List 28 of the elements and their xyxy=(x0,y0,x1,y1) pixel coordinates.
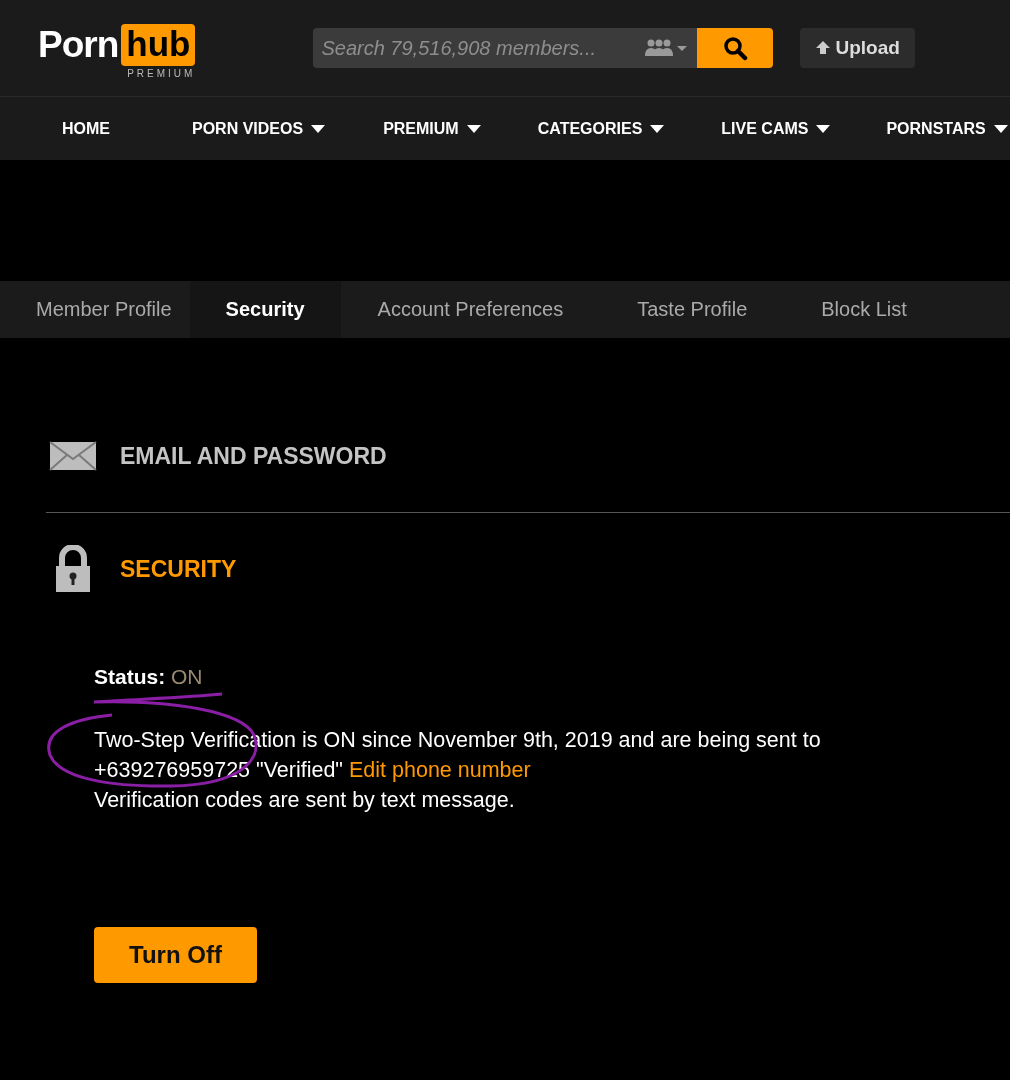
upload-icon xyxy=(815,40,832,56)
search-button[interactable] xyxy=(697,28,774,68)
status-value: ON xyxy=(171,665,203,688)
search-field[interactable]: Search 79,516,908 members... xyxy=(313,35,640,61)
nav-item[interactable]: LIVE CAMS xyxy=(721,119,832,138)
nav-item[interactable]: CATEGORIES xyxy=(537,119,666,138)
search-icon xyxy=(722,35,749,61)
settings-tab[interactable]: Taste Profile xyxy=(581,281,766,338)
section-title[interactable]: EMAIL AND PASSWORD xyxy=(120,442,387,470)
verification-note: Verification codes are sent by text message. xyxy=(94,788,515,812)
envelope-icon xyxy=(49,441,97,471)
turn-off-button[interactable]: Turn Off xyxy=(94,927,257,983)
settings-tab[interactable]: Member Profile xyxy=(0,281,190,338)
settings-tab[interactable]: Security xyxy=(189,281,341,338)
site-logo[interactable]: Porn hub PREMIUM xyxy=(38,23,196,79)
search-box[interactable]: Search 79,516,908 members... xyxy=(313,28,698,68)
upload-button[interactable]: Upload xyxy=(800,28,915,68)
settings-tab[interactable]: Block List xyxy=(765,281,925,338)
nav-item[interactable]: PREMIUM xyxy=(383,119,482,138)
edit-phone-link[interactable]: Edit phone number xyxy=(349,758,531,782)
members-dropdown-icon[interactable] xyxy=(643,38,690,58)
nav-item[interactable]: PORNSTARS xyxy=(886,119,1009,138)
status-label: Status: xyxy=(94,665,166,688)
section-title[interactable]: SECURITY xyxy=(120,555,237,583)
nav-item[interactable]: PORN VIDEOS xyxy=(192,119,327,138)
padlock-icon xyxy=(54,545,92,593)
nav-item[interactable]: HOME xyxy=(62,119,110,138)
settings-tab[interactable]: Account Preferences xyxy=(340,281,582,338)
